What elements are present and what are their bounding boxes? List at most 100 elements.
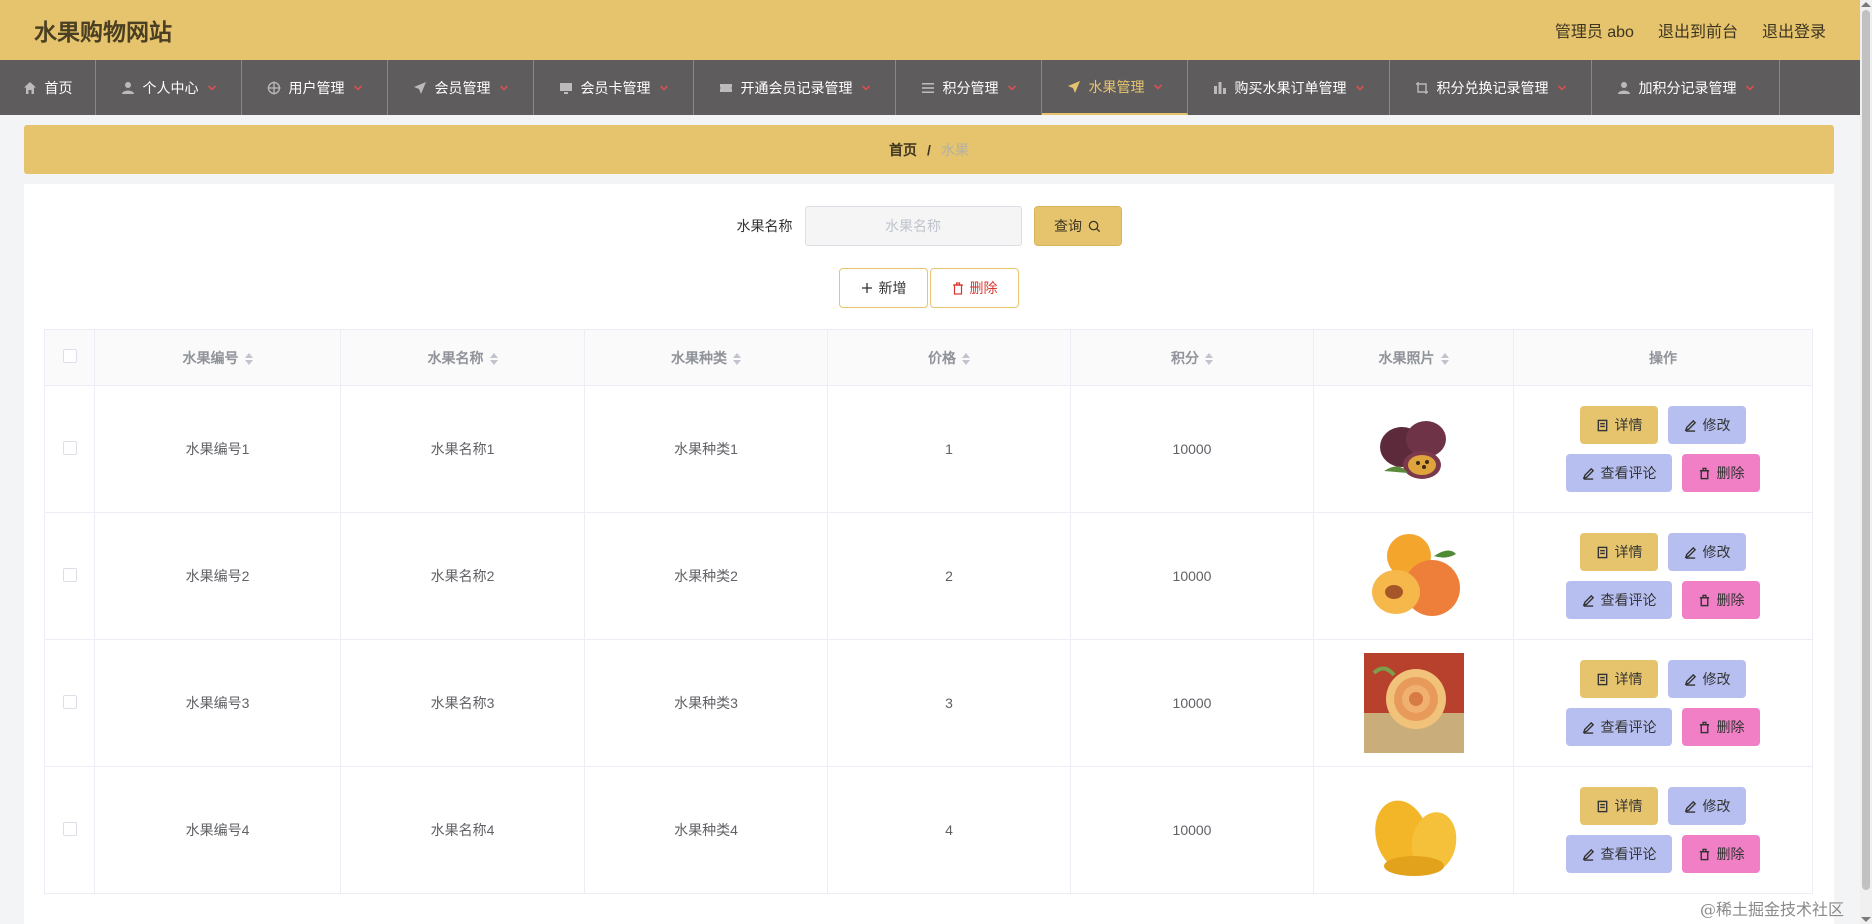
cell-type: 水果种类4 (584, 766, 828, 894)
sort-icon[interactable] (489, 352, 498, 365)
sort-icon[interactable] (962, 352, 970, 365)
column-header-label: 水果名称 (427, 349, 484, 366)
column-header-label: 水果编号 (182, 349, 239, 366)
sort-icon[interactable] (1205, 352, 1213, 365)
cell-price: 2 (827, 512, 1071, 640)
fruit-photo[interactable] (1363, 653, 1464, 753)
edit-button[interactable]: 修改 (1668, 787, 1746, 825)
nav-item-2[interactable]: 用户管理 (242, 60, 388, 115)
view-reviews-button[interactable]: 查看评论 (1566, 454, 1672, 492)
cell-code: 水果编号1 (94, 385, 341, 513)
edit-button[interactable]: 修改 (1668, 660, 1746, 698)
fruit-photo[interactable] (1363, 526, 1464, 626)
row-checkbox[interactable] (62, 821, 77, 836)
fruit-photo[interactable] (1363, 780, 1464, 880)
row-delete-button[interactable]: 删除 (1682, 835, 1760, 873)
cell-name: 水果名称4 (340, 766, 585, 894)
back-to-front-link[interactable]: 退出到前台 (1658, 18, 1738, 42)
column-header-actions: 操作 (1513, 329, 1813, 386)
edit-button[interactable]: 修改 (1668, 406, 1746, 444)
bulk-delete-button[interactable]: 删除 (930, 268, 1019, 308)
row-delete-label: 删除 (1716, 465, 1745, 481)
nav-item-label: 积分管理 (942, 79, 999, 96)
edit-icon (1684, 800, 1697, 813)
nav-item-6[interactable]: 积分管理 (896, 60, 1042, 115)
scroll-up-arrow[interactable] (1861, 2, 1871, 7)
row-actions: 详情 修改查看评论 删除 (1514, 533, 1812, 619)
nav-item-label: 水果管理 (1088, 78, 1145, 95)
cell-code: 水果编号4 (94, 766, 341, 894)
nav-item-label: 购买水果订单管理 (1234, 79, 1347, 96)
select-all-checkbox[interactable] (62, 349, 77, 363)
cell-points: 10000 (1070, 512, 1314, 640)
crop-icon (1415, 81, 1429, 95)
query-button[interactable]: 查询 (1033, 206, 1122, 246)
row-delete-button[interactable]: 删除 (1682, 454, 1760, 492)
nav-item-7[interactable]: 水果管理 (1042, 60, 1188, 115)
column-header-code[interactable]: 水果编号 (94, 329, 341, 386)
scroll-thumb[interactable] (1862, 10, 1870, 890)
ticket-icon (719, 81, 733, 95)
row-delete-button[interactable]: 删除 (1682, 708, 1760, 746)
cell-actions: 详情 修改查看评论 删除 (1513, 385, 1813, 513)
chevron-down-icon (1153, 82, 1163, 92)
sort-icon[interactable] (733, 352, 741, 365)
sort-icon[interactable] (1440, 352, 1449, 365)
detail-button[interactable]: 详情 (1580, 660, 1658, 698)
row-select-cell (44, 766, 95, 894)
column-header-type[interactable]: 水果种类 (584, 329, 828, 386)
row-actions: 详情 修改查看评论 删除 (1514, 660, 1812, 746)
detail-button[interactable]: 详情 (1580, 406, 1658, 444)
list-icon (921, 81, 935, 95)
column-header-photo[interactable]: 水果照片 (1313, 329, 1514, 386)
sort-icon[interactable] (244, 352, 253, 365)
logout-link[interactable]: 退出登录 (1762, 18, 1826, 42)
edit-button[interactable]: 修改 (1668, 533, 1746, 571)
nav-item-label: 个人中心 (142, 79, 199, 96)
cell-actions: 详情 修改查看评论 删除 (1513, 512, 1813, 640)
nav-item-0[interactable]: 首页 (0, 60, 96, 115)
fruit-photo[interactable] (1363, 399, 1464, 499)
nav-item-label: 加积分记录管理 (1638, 79, 1737, 96)
view-reviews-button[interactable]: 查看评论 (1566, 708, 1672, 746)
nav-item-4[interactable]: 会员卡管理 (534, 60, 694, 115)
view-reviews-button[interactable]: 查看评论 (1566, 581, 1672, 619)
cell-photo (1313, 512, 1514, 640)
detail-button[interactable]: 详情 (1580, 533, 1658, 571)
scroll-down-arrow[interactable] (1861, 917, 1871, 922)
column-header-price[interactable]: 价格 (827, 329, 1071, 386)
column-header-label: 积分 (1171, 349, 1199, 366)
table-header-row: 水果编号 水果名称 水果种类 价格 积分 水果照片 操作 (44, 329, 1813, 386)
row-checkbox[interactable] (62, 567, 77, 582)
cell-points: 10000 (1070, 385, 1314, 513)
nav-item-5[interactable]: 开通会员记录管理 (694, 60, 896, 115)
nav-item-label: 用户管理 (288, 79, 345, 96)
column-header-label: 水果种类 (671, 349, 727, 366)
cell-actions: 详情 修改查看评论 删除 (1513, 639, 1813, 767)
column-header-points[interactable]: 积分 (1070, 329, 1314, 386)
view-reviews-button[interactable]: 查看评论 (1566, 835, 1672, 873)
add-button[interactable]: 新增 (839, 268, 928, 308)
nav-item-1[interactable]: 个人中心 (96, 60, 242, 115)
edit-icon (1582, 721, 1595, 734)
nav-item-10[interactable]: 加积分记录管理 (1592, 60, 1780, 115)
row-delete-button[interactable]: 删除 (1682, 581, 1760, 619)
chart-icon (1213, 81, 1227, 95)
page-scrollbar[interactable] (1860, 0, 1872, 924)
column-header-label: 操作 (1649, 349, 1677, 366)
column-header-name[interactable]: 水果名称 (340, 329, 585, 386)
select-all-cell (44, 329, 95, 386)
fruit-name-search-input[interactable] (804, 206, 1022, 246)
nav-item-9[interactable]: 积分兑换记录管理 (1390, 60, 1592, 115)
row-checkbox[interactable] (62, 440, 77, 455)
view-reviews-label: 查看评论 (1600, 592, 1657, 608)
table-row: 水果编号3 水果名称3 水果种类3 3 10000 详情 修改 查看评论 删除 (44, 639, 1813, 767)
nav-item-label: 会员管理 (434, 79, 491, 96)
nav-item-8[interactable]: 购买水果订单管理 (1188, 60, 1390, 115)
row-checkbox[interactable] (62, 694, 77, 709)
nav-item-3[interactable]: 会员管理 (388, 60, 534, 115)
edit-icon (1582, 848, 1595, 861)
cell-actions: 详情 修改查看评论 删除 (1513, 766, 1813, 894)
breadcrumb-home[interactable]: 首页 (889, 140, 917, 160)
detail-button[interactable]: 详情 (1580, 787, 1658, 825)
